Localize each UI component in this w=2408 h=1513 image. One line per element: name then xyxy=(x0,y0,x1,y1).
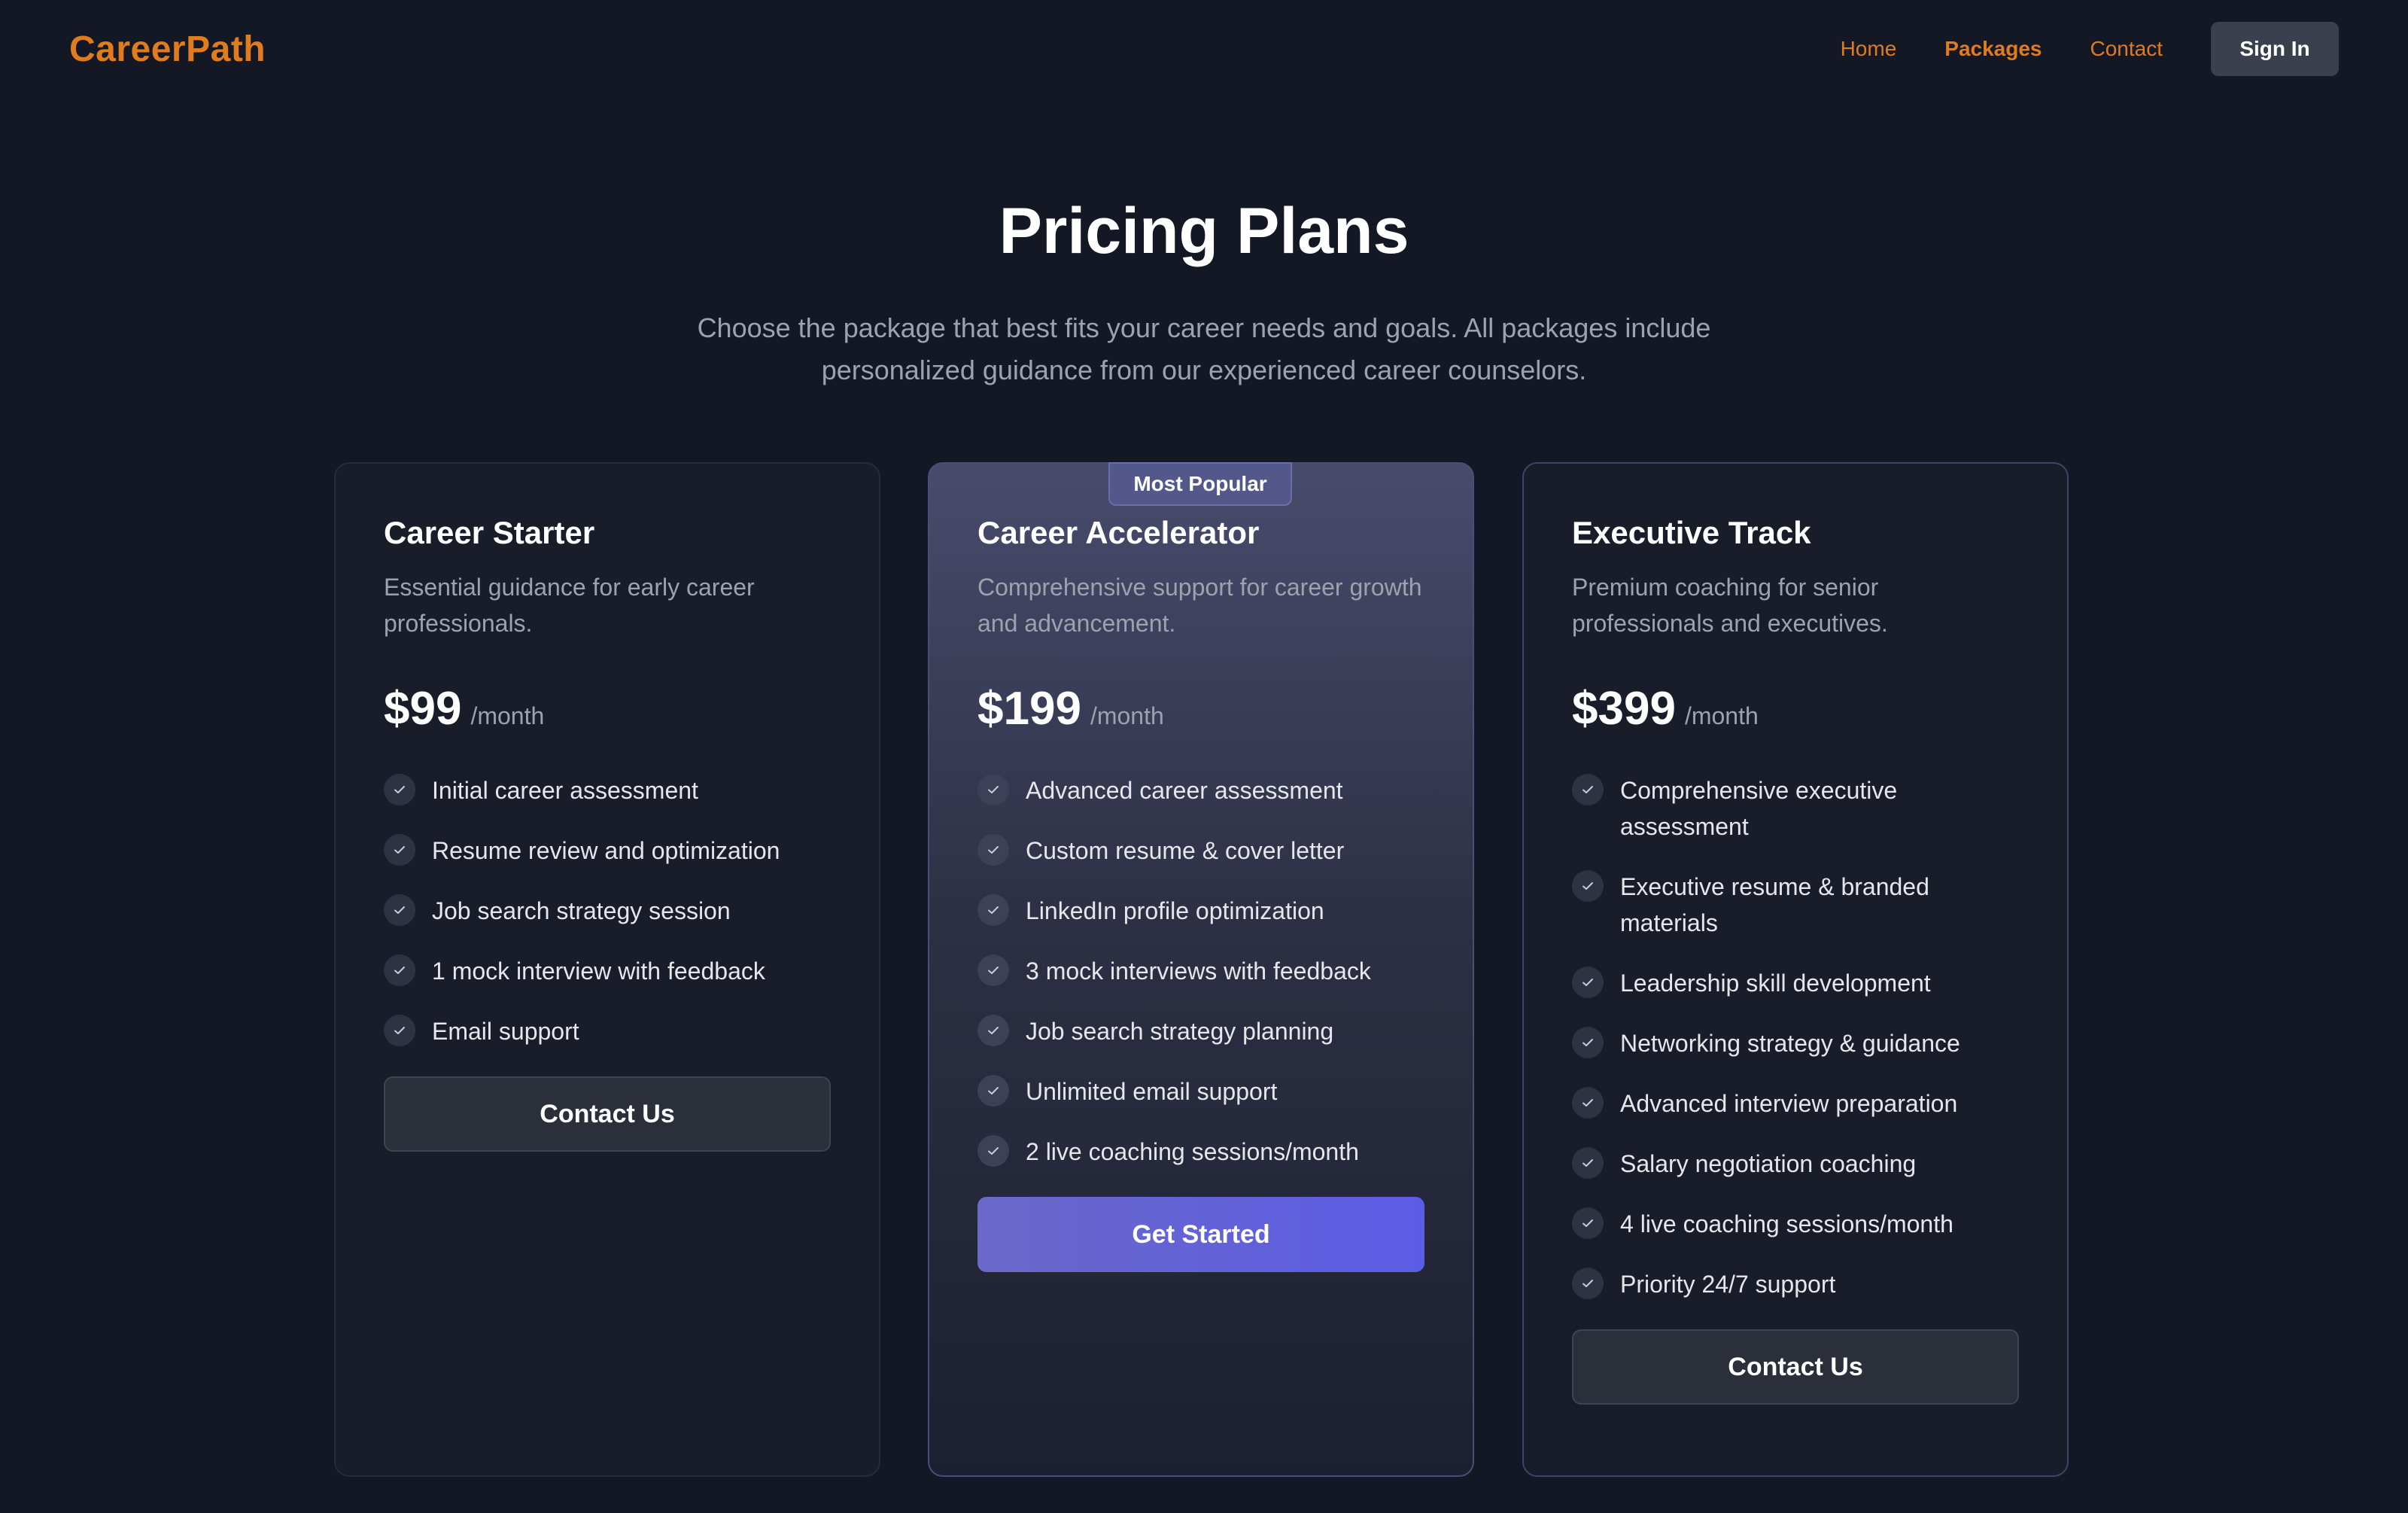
feature-text: Email support xyxy=(432,1018,579,1045)
plan-name: Career Accelerator xyxy=(977,515,1260,550)
check-icon xyxy=(977,894,1009,926)
contact-us-button[interactable]: Contact Us xyxy=(384,1076,831,1152)
feature-item: LinkedIn profile optimization xyxy=(977,893,1424,929)
feature-item: Initial career assessment xyxy=(384,772,831,808)
feature-item: 2 live coaching sessions/month xyxy=(977,1134,1424,1170)
feature-text: Comprehensive executive assessment xyxy=(1620,777,1898,840)
feature-text: 1 mock interview with feedback xyxy=(432,957,765,985)
check-icon xyxy=(1572,870,1604,902)
plan-period: /month xyxy=(470,702,545,729)
feature-item: Advanced career assessment xyxy=(977,772,1424,808)
feature-item: Resume review and optimization xyxy=(384,833,831,869)
check-icon xyxy=(977,1075,1009,1107)
nav-links: Home Packages Contact Sign In xyxy=(1792,22,2339,76)
plan-price: $99 xyxy=(384,683,462,735)
plan-card-career-starter: Career Starter Essential guidance for ea… xyxy=(334,462,880,1477)
price-row: $399 /month xyxy=(1572,682,2019,742)
check-icon xyxy=(1572,774,1604,805)
plan-price: $199 xyxy=(977,683,1081,735)
feature-text: LinkedIn profile optimization xyxy=(1026,897,1324,924)
feature-text: Initial career assessment xyxy=(432,777,698,804)
feature-item: 3 mock interviews with feedback xyxy=(977,953,1424,989)
top-nav: CareerPath Home Packages Contact Sign In xyxy=(0,0,2408,98)
feature-item: Salary negotiation coaching xyxy=(1572,1146,2019,1182)
feature-item: Job search strategy session xyxy=(384,893,831,929)
nav-link-contact[interactable]: Contact xyxy=(2090,37,2163,61)
plan-period: /month xyxy=(1684,702,1759,729)
feature-text: Job search strategy session xyxy=(432,897,731,924)
feature-text: 3 mock interviews with feedback xyxy=(1026,957,1371,985)
plan-name: Executive Track xyxy=(1572,515,1811,550)
check-icon xyxy=(1572,1027,1604,1058)
check-icon xyxy=(977,1135,1009,1167)
feature-text: 2 live coaching sessions/month xyxy=(1026,1138,1359,1165)
check-icon xyxy=(1572,967,1604,998)
check-icon xyxy=(1572,1147,1604,1179)
pricing-page: CareerPath Home Packages Contact Sign In… xyxy=(0,0,2408,1513)
plan-description: Essential guidance for early career prof… xyxy=(384,574,755,637)
plan-card-executive-track: Executive Track Premium coaching for sen… xyxy=(1522,462,2069,1477)
get-started-button[interactable]: Get Started xyxy=(977,1197,1424,1272)
nav-link-packages[interactable]: Packages xyxy=(1944,37,2042,61)
feature-item: Advanced interview preparation xyxy=(1572,1085,2019,1122)
feature-text: Networking strategy & guidance xyxy=(1620,1030,1960,1057)
nav-link-home[interactable]: Home xyxy=(1841,37,1897,61)
check-icon xyxy=(384,834,415,866)
feature-item: Priority 24/7 support xyxy=(1572,1266,2019,1302)
feature-list: Initial career assessment Resume review … xyxy=(384,772,831,1049)
feature-item: Leadership skill development xyxy=(1572,965,2019,1001)
feature-item: Job search strategy planning xyxy=(977,1013,1424,1049)
feature-item: Networking strategy & guidance xyxy=(1572,1025,2019,1061)
check-icon xyxy=(977,1015,1009,1046)
check-icon xyxy=(384,954,415,986)
feature-text: Advanced interview preparation xyxy=(1620,1090,1958,1117)
most-popular-badge: Most Popular xyxy=(1108,462,1292,506)
feature-text: Custom resume & cover letter xyxy=(1026,837,1345,864)
feature-text: Unlimited email support xyxy=(1026,1078,1278,1105)
feature-item: Unlimited email support xyxy=(977,1073,1424,1110)
feature-item: Comprehensive executive assessment xyxy=(1572,772,2019,845)
check-icon xyxy=(384,894,415,926)
price-row: $199 /month xyxy=(977,682,1424,742)
plan-period: /month xyxy=(1090,702,1164,729)
check-icon xyxy=(1572,1207,1604,1239)
feature-text: Resume review and optimization xyxy=(432,837,780,864)
plan-description: Comprehensive support for career growth … xyxy=(977,574,1422,637)
check-icon xyxy=(977,954,1009,986)
check-icon xyxy=(384,774,415,805)
feature-text: Job search strategy planning xyxy=(1026,1018,1334,1045)
plan-price: $399 xyxy=(1572,683,1676,735)
check-icon xyxy=(1572,1268,1604,1299)
contact-us-button[interactable]: Contact Us xyxy=(1572,1329,2019,1405)
price-row: $99 /month xyxy=(384,682,831,742)
feature-item: Executive resume & branded materials xyxy=(1572,869,2019,941)
feature-item: Custom resume & cover letter xyxy=(977,833,1424,869)
check-icon xyxy=(977,774,1009,805)
sign-in-button[interactable]: Sign In xyxy=(2211,22,2339,76)
check-icon xyxy=(384,1015,415,1046)
brand-logo[interactable]: CareerPath xyxy=(69,29,266,70)
feature-list: Comprehensive executive assessment Execu… xyxy=(1572,772,2019,1302)
plan-description: Premium coaching for senior professional… xyxy=(1572,574,1888,637)
feature-list: Advanced career assessment Custom resume… xyxy=(977,772,1424,1170)
feature-text: Priority 24/7 support xyxy=(1620,1271,1836,1298)
page-title: Pricing Plans xyxy=(999,195,1409,267)
feature-item: 4 live coaching sessions/month xyxy=(1572,1206,2019,1242)
feature-item: Email support xyxy=(384,1013,831,1049)
check-icon xyxy=(977,834,1009,866)
feature-text: Advanced career assessment xyxy=(1026,777,1343,804)
feature-item: 1 mock interview with feedback xyxy=(384,953,831,989)
feature-text: Executive resume & branded materials xyxy=(1620,873,1929,936)
feature-text: Leadership skill development xyxy=(1620,970,1931,997)
plan-name: Career Starter xyxy=(384,515,595,550)
page-subtitle: Choose the package that best fits your c… xyxy=(697,312,1711,385)
check-icon xyxy=(1572,1087,1604,1119)
feature-text: Salary negotiation coaching xyxy=(1620,1150,1917,1177)
plan-card-career-accelerator: Most Popular Career Accelerator Comprehe… xyxy=(928,462,1474,1477)
feature-text: 4 live coaching sessions/month xyxy=(1620,1210,1953,1237)
